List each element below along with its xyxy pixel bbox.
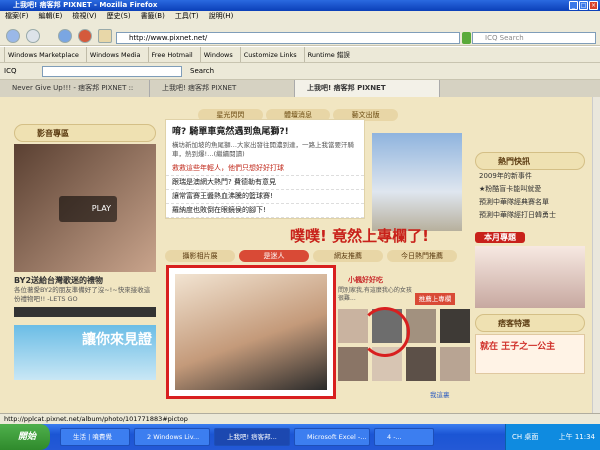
featured-photo-frame[interactable]: [166, 265, 336, 399]
icq-search-button[interactable]: Search: [190, 63, 214, 80]
bookmark-item[interactable]: Runtime 錯誤: [303, 47, 353, 62]
status-bar: http://pplcat.pixnet.net/album/photo/101…: [0, 413, 600, 424]
princess-banner[interactable]: 就在 王子之一公主: [475, 334, 585, 374]
handwritten-annotation: 噗噗! 竟然上專欄了!: [290, 227, 429, 245]
web-page: 星光閃閃 體壇消息 藝文出版 影音專區 PLAY BY2送給台灣歌迷的禮物 各位…: [0, 97, 592, 413]
menu-tools[interactable]: 工具(T): [175, 11, 199, 22]
headline-photo[interactable]: [372, 133, 462, 231]
small-album-label[interactable]: 小楓好好吃: [348, 275, 383, 285]
menu-history[interactable]: 歷史(S): [107, 11, 131, 22]
tab-bar: Never Give Up!!! - 痞客邦 PIXNET :: 上我吧! 痞客…: [0, 80, 600, 97]
window-controls: _ □ ×: [569, 1, 598, 10]
bookmark-item[interactable]: Windows: [199, 47, 236, 62]
thumbnail[interactable]: [406, 347, 436, 381]
window-title-bar: 上我吧! 痞客邦 PIXNET - Mozilla Firefox: [0, 0, 600, 11]
back-icon[interactable]: [6, 29, 20, 43]
news-list: 救救這些年輕人，他們只想好好打球 跟瑞是澳網大熱門? 費德勒有意見 讓常富賽王醬…: [166, 162, 364, 218]
monthly-topic-image[interactable]: [475, 246, 585, 308]
thumbnail[interactable]: [440, 309, 470, 343]
hot-item[interactable]: ★粉酷盲卡能叫就愛: [475, 183, 585, 196]
red-circle-mark: [360, 307, 410, 357]
taskbar-item[interactable]: 生活 | 噴費覺: [60, 428, 130, 446]
headline-body: 橫坊新加坡的魚尾獅…大家出發往開濃到達，一路上我當要汗騎車，熱到爆!…(繼續閱讀…: [172, 141, 354, 158]
thumbnail[interactable]: [406, 309, 436, 343]
bookmark-item[interactable]: Customize Links: [239, 47, 300, 62]
menu-bar: 檔案(F) 編輯(E) 檢視(V) 歷史(S) 書籤(B) 工具(T) 說明(H…: [0, 11, 600, 22]
ime-indicator[interactable]: CH 桌面: [512, 424, 538, 450]
news-item[interactable]: 讓常富賽王醬熱血沸騰的籃球賽!: [166, 190, 364, 204]
video-section-header: 影音專區: [14, 124, 156, 142]
start-button[interactable]: 開始: [0, 424, 50, 450]
bookmark-item[interactable]: Free Hotmail: [147, 47, 196, 62]
menu-file[interactable]: 檔案(F): [5, 11, 29, 22]
headline-panel: 唷? 騎單車竟然遇到魚尾獅?! 橫坊新加坡的魚尾獅…大家出發往開濃到達，一路上我…: [165, 119, 365, 219]
menu-help[interactable]: 說明(H): [209, 11, 234, 22]
bookmark-item[interactable]: Windows Media: [85, 47, 144, 62]
video-thumbnail[interactable]: PLAY: [14, 144, 156, 272]
menu-bookmarks[interactable]: 書籤(B): [141, 11, 165, 22]
thumbnail[interactable]: [440, 347, 470, 381]
subtab-photo[interactable]: 攝影相片展: [165, 250, 235, 262]
search-input[interactable]: ICQ Search: [472, 32, 596, 44]
left-column: 影音專區 PLAY BY2送給台灣歌迷的禮物 各位著愛BY2的朋友準備好了沒~!…: [14, 124, 156, 380]
bookmarks-bar: Windows Marketplace Windows Media Free H…: [0, 47, 600, 63]
push-to-column-button[interactable]: 推薦上專欄: [415, 293, 455, 305]
tab-3-active[interactable]: 上我吧! 痞客邦 PIXNET: [295, 80, 440, 97]
status-url: http://pplcat.pixnet.net/album/photo/101…: [4, 415, 188, 423]
forward-icon[interactable]: [26, 29, 40, 43]
vertical-scrollbar[interactable]: [592, 97, 600, 413]
sub-tabs: 攝影相片展 是迷人 網友推薦 今日熱門推薦: [165, 250, 495, 262]
promo-banner[interactable]: 讓你來見證: [14, 325, 156, 380]
tab-1[interactable]: Never Give Up!!! - 痞客邦 PIXNET ::: [0, 80, 150, 97]
more-link[interactable]: 我這裏: [430, 389, 450, 399]
icq-search-input[interactable]: [42, 66, 182, 77]
stop-icon[interactable]: [78, 29, 92, 43]
hot-item[interactable]: 預測中華隊經典賽名單: [475, 196, 585, 209]
monthly-topic-label[interactable]: 本月專題: [475, 232, 525, 243]
thumbnail[interactable]: [338, 347, 368, 381]
taskbar-item[interactable]: Microsoft Excel -...: [294, 428, 370, 446]
system-tray: CH 桌面 上午 11:34: [505, 424, 600, 450]
maximize-button[interactable]: □: [579, 1, 588, 10]
subtab-charming[interactable]: 是迷人: [239, 250, 309, 262]
hot-news-header: 熱門快訊: [475, 152, 585, 170]
news-item[interactable]: 羅納度也敗倒在眼鏡侯的腳下!: [166, 204, 364, 218]
hot-item[interactable]: 預測中華隊經打日韓勇士: [475, 209, 585, 222]
taskbar: 開始 生活 | 噴費覺 2 Windows Liv... 上我吧! 痞客邦...…: [0, 424, 600, 450]
close-button[interactable]: ×: [589, 1, 598, 10]
play-button[interactable]: PLAY: [59, 196, 117, 222]
subtab-hot-today[interactable]: 今日熱門推薦: [387, 250, 457, 262]
headline-title[interactable]: 唷? 騎單車竟然遇到魚尾獅?!: [166, 120, 364, 141]
news-item[interactable]: 救救這些年輕人，他們只想好好打球: [166, 162, 364, 176]
small-album-desc: 問別家我,有這麼我心的女孩很難...: [338, 287, 412, 302]
home-icon[interactable]: [98, 29, 112, 43]
special-header: 痞客特選: [475, 314, 585, 332]
minimize-button[interactable]: _: [569, 1, 578, 10]
clock: 上午 11:34: [558, 433, 595, 441]
reload-icon[interactable]: [58, 29, 72, 43]
subtab-recommended[interactable]: 網友推薦: [313, 250, 383, 262]
video-description: 各位著愛BY2的朋友準備好了沒~!~快來接收這份禮物吧!! -LETS GO: [14, 286, 151, 303]
go-icon[interactable]: [462, 32, 471, 44]
hot-news-list: 2009年的新事件 ★粉酷盲卡能叫就愛 預測中華隊經典賽名單 預測中華隊經打日韓…: [475, 170, 585, 222]
url-field[interactable]: http://www.pixnet.net/: [116, 32, 460, 44]
taskbar-item[interactable]: 4 -...: [374, 428, 434, 446]
hot-item[interactable]: 2009年的新事件: [475, 170, 585, 183]
featured-photo[interactable]: [175, 274, 327, 390]
tab-2[interactable]: 上我吧! 痞客邦 PIXNET: [150, 80, 295, 97]
news-item[interactable]: 跟瑞是澳網大熱門? 費德勒有意見: [166, 176, 364, 190]
video-caption[interactable]: BY2送給台灣歌迷的禮物: [14, 275, 156, 286]
icq-toolbar: ICQ Search: [0, 63, 600, 80]
menu-view[interactable]: 檢視(V): [72, 11, 96, 22]
bookmark-item[interactable]: Windows Marketplace: [4, 47, 82, 62]
window-title: 上我吧! 痞客邦 PIXNET - Mozilla Firefox: [13, 1, 158, 9]
icq-label: ICQ: [4, 67, 17, 75]
video-player-controls[interactable]: [14, 307, 156, 317]
right-column: 熱門快訊 2009年的新事件 ★粉酷盲卡能叫就愛 預測中華隊經典賽名單 預測中華…: [475, 152, 585, 374]
menu-edit[interactable]: 編輯(E): [39, 11, 63, 22]
taskbar-item[interactable]: 2 Windows Liv...: [134, 428, 210, 446]
taskbar-item-active[interactable]: 上我吧! 痞客邦...: [214, 428, 290, 446]
